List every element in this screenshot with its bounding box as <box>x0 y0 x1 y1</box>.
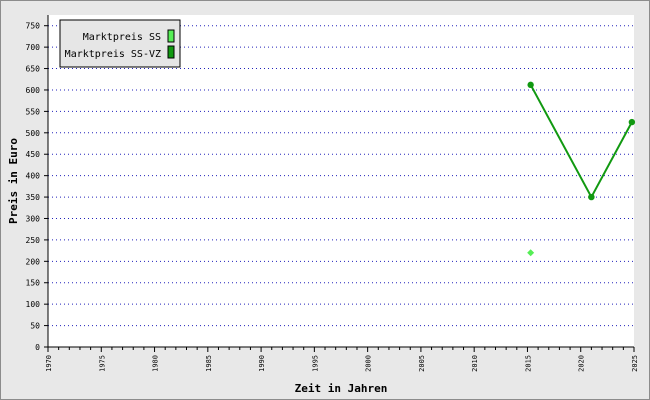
y-tick-label: 100 <box>26 300 41 309</box>
data-point-1 <box>527 81 534 89</box>
chart-frame: 0 50 100 150 200 250 300 350 400 450 500 550 600 650 7… <box>0 0 650 400</box>
y-tick-label: 450 <box>26 150 41 159</box>
y-tick-label: 0 <box>35 343 40 352</box>
data-point-1 <box>628 118 636 126</box>
x-tick-label: 1990 <box>258 355 266 372</box>
x-tick-label: 2025 <box>631 355 639 372</box>
y-axis-label: Preis in Euro <box>7 138 20 224</box>
y-tick-label: 650 <box>26 65 41 74</box>
x-tick-label: 1975 <box>98 355 106 372</box>
legend-swatch-ss <box>167 29 175 43</box>
y-tick-label: 150 <box>26 279 41 288</box>
x-tick-label: 1995 <box>311 355 319 372</box>
x-tick-label: 1980 <box>152 355 160 372</box>
x-tick-label: 2015 <box>524 355 532 372</box>
x-tick-label: 1985 <box>205 355 213 372</box>
y-tick-label: 400 <box>26 172 41 181</box>
x-tick-label: 2000 <box>365 355 373 372</box>
legend-swatch-ssvz <box>167 45 175 59</box>
y-tick-label: 550 <box>26 107 41 116</box>
y-tick-label: 700 <box>26 43 41 52</box>
legend: Marktpreis SS Marktpreis SS-VZ <box>59 19 181 68</box>
y-tick-label: 350 <box>26 193 41 202</box>
y-tick-label: 600 <box>26 86 41 95</box>
y-tick-label: 250 <box>26 236 41 245</box>
y-tick-label: 200 <box>26 257 41 266</box>
y-tick-label: 500 <box>26 129 41 138</box>
price-chart: 0 50 100 150 200 250 300 350 400 450 500 550 600 650 7… <box>7 15 639 395</box>
legend-label-ssvz: Marktpreis SS-VZ <box>65 49 161 60</box>
x-tick-label: 2020 <box>578 355 586 372</box>
data-point-1 <box>588 193 595 201</box>
x-tick-label: 1970 <box>45 355 53 372</box>
y-tick-label: 50 <box>30 322 40 331</box>
legend-label-ss: Marktpreis SS <box>83 32 161 43</box>
x-tick-label: 2005 <box>418 355 426 372</box>
y-tick-label: 300 <box>26 214 41 223</box>
x-axis-label: Zeit in Jahren <box>295 382 388 395</box>
y-tick-label: 750 <box>26 22 41 31</box>
x-tick-label: 2010 <box>471 355 479 372</box>
